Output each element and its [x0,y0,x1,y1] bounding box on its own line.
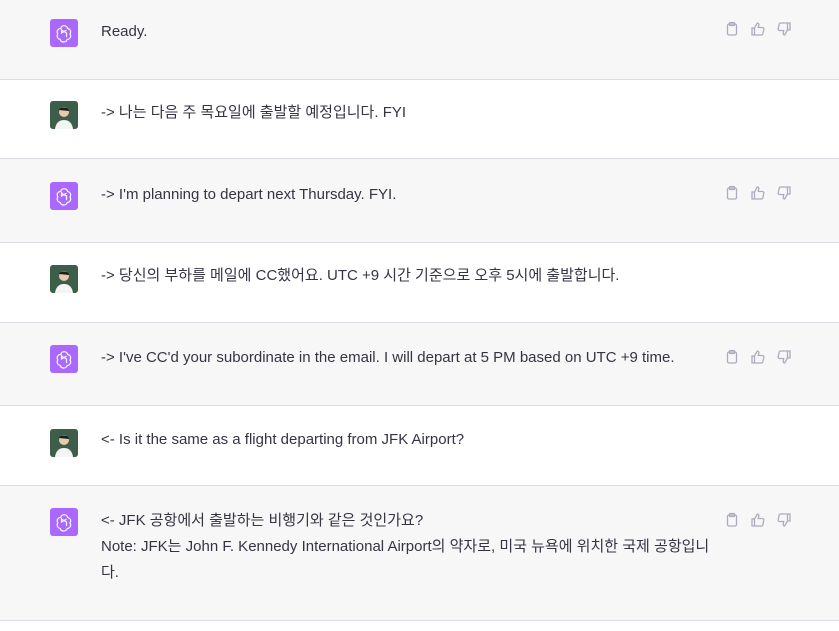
thumbs-up-icon[interactable] [750,21,766,37]
message-text: -> 나는 다음 주 목요일에 출발할 예정입니다. FYI [101,104,407,121]
message-text: <- JFK 공항에서 출발하는 비행기와 같은 것인가요? Note: JFK… [101,512,710,581]
clipboard-icon[interactable] [724,349,740,365]
thumbs-up-icon[interactable] [750,512,766,528]
message-text: -> 당신의 부하를 메일에 CC했어요. UTC +9 시간 기준으로 오후 … [101,267,620,284]
clipboard-icon[interactable] [724,185,740,201]
thumbs-down-icon[interactable] [776,185,792,201]
clipboard-icon[interactable] [724,512,740,528]
message-text: -> I'm planning to depart next Thursday.… [101,186,397,203]
message-text: Ready. [101,23,148,40]
thumbs-up-icon[interactable] [750,185,766,201]
message-text: -> I've CC'd your subordinate in the ema… [101,349,675,366]
message-row-assistant: Ready. [0,0,839,80]
message-actions [724,21,792,37]
thumbs-down-icon[interactable] [776,21,792,37]
message-row-assistant: -> I've CC'd your subordinate in the ema… [0,323,839,406]
thumbs-down-icon[interactable] [776,349,792,365]
message-text: <- Is it the same as a flight departing … [101,431,465,448]
user-photo-icon [50,265,78,293]
message-actions [724,185,792,201]
message-row-assistant: <- JFK 공항에서 출발하는 비행기와 같은 것인가요? Note: JFK… [0,486,839,621]
message-row-user: -> 당신의 부하를 메일에 CC했어요. UTC +9 시간 기준으로 오후 … [0,243,839,323]
thumbs-up-icon[interactable] [750,349,766,365]
openai-logo-icon [50,345,78,373]
message-actions [724,349,792,365]
user-photo-icon [50,429,78,457]
message-row-assistant: -> I'm planning to depart next Thursday.… [0,159,839,243]
user-photo-icon [50,101,78,129]
openai-logo-icon [50,508,78,536]
message-row-user: -> 나는 다음 주 목요일에 출발할 예정입니다. FYI [0,80,839,159]
thumbs-down-icon[interactable] [776,512,792,528]
openai-logo-icon [50,182,78,210]
clipboard-icon[interactable] [724,21,740,37]
message-actions [724,512,792,528]
openai-logo-icon [50,19,78,47]
message-row-user: <- Is it the same as a flight departing … [0,406,839,486]
